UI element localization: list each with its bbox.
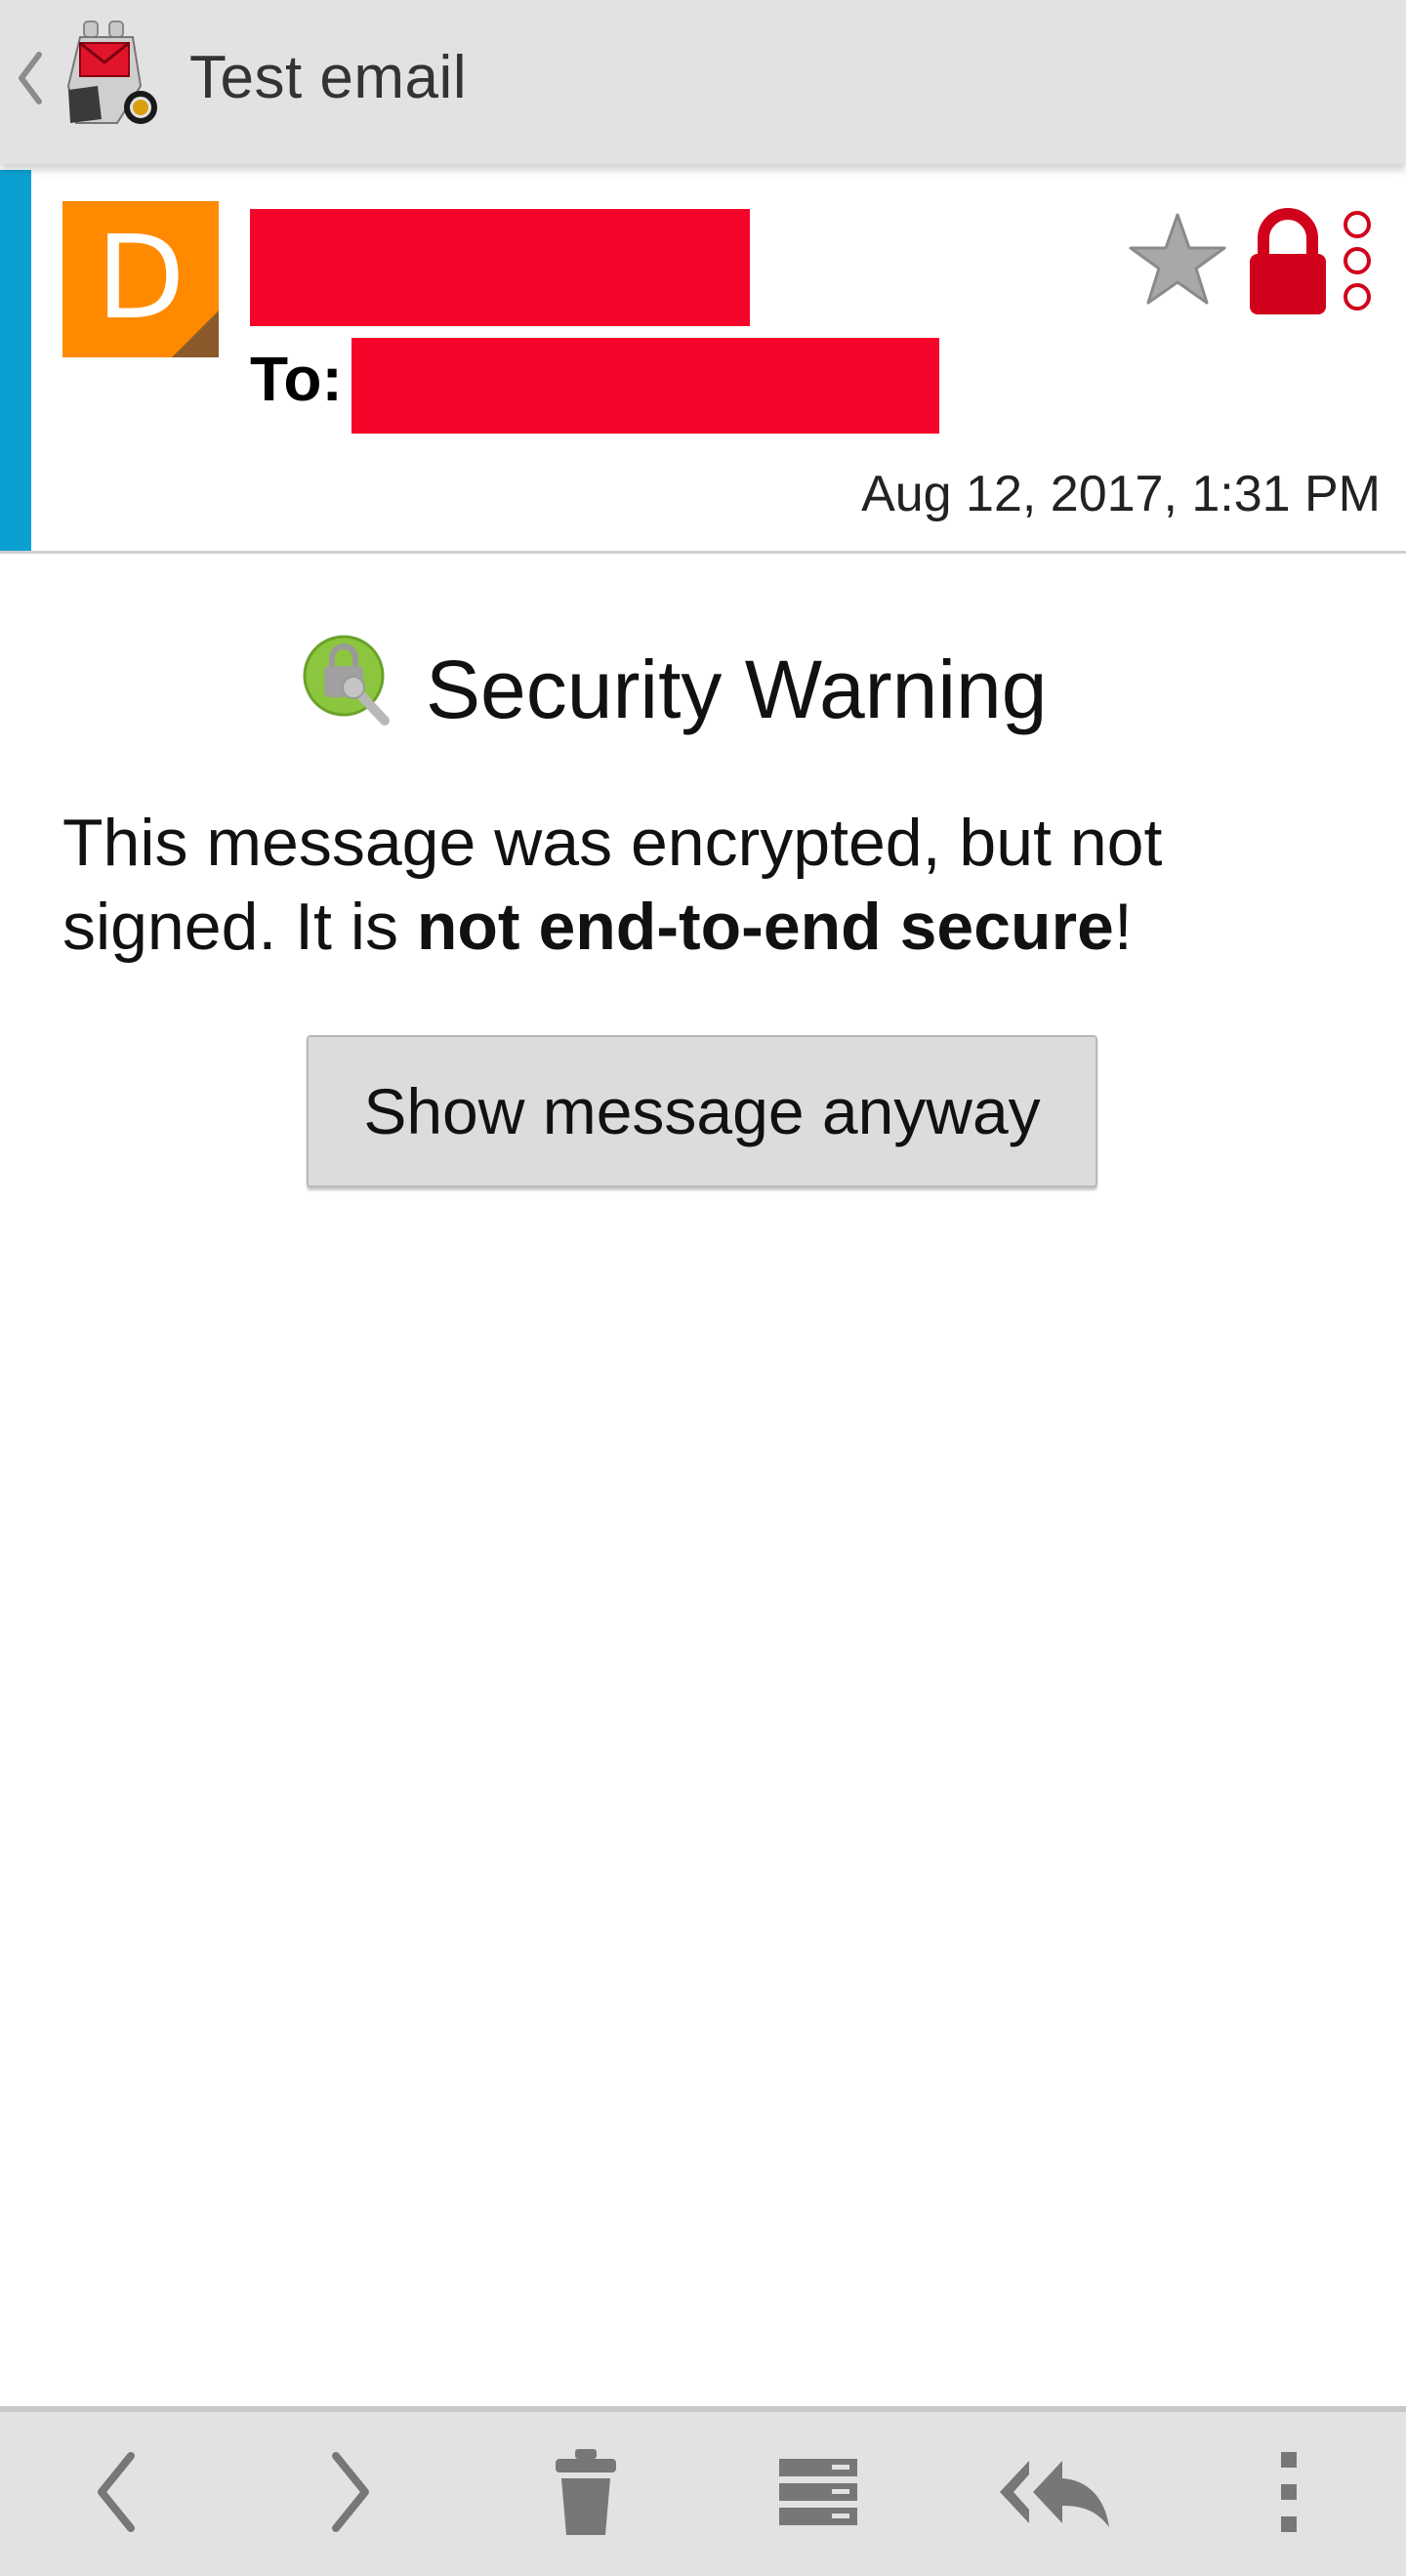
lock-icon[interactable]: [1246, 203, 1330, 318]
message-view-screen: Test email D To: Aug 12, 2017, 1:31 PM S…: [0, 0, 1406, 2576]
next-icon: [332, 2452, 369, 2532]
message-date: Aug 12, 2017, 1:31 PM: [861, 466, 1381, 522]
app-logo-icon[interactable]: [59, 18, 166, 133]
key-lock-icon: [303, 635, 390, 726]
more-icon: [1281, 2452, 1297, 2532]
security-warning-text: This message was encrypted, but not sign…: [62, 801, 1351, 969]
previous-icon: [98, 2452, 135, 2532]
warning-text-bold: not end-to-end secure: [416, 890, 1114, 964]
avatar[interactable]: D: [62, 201, 219, 357]
app-title: Test email: [189, 44, 468, 111]
recipient-redacted: [352, 338, 939, 434]
app-bar: Test email: [0, 0, 1406, 164]
more-options-button[interactable]: [1230, 2433, 1347, 2551]
avatar-corner: [172, 311, 219, 357]
chevron-left-icon[interactable]: [14, 49, 47, 107]
bottom-action-bar: [0, 2406, 1406, 2576]
archive-button[interactable]: [760, 2433, 877, 2551]
security-warning-title: Security Warning: [426, 644, 1048, 735]
overflow-menu-icon[interactable]: [1340, 207, 1375, 314]
show-message-anyway-button[interactable]: Show message anyway: [307, 1035, 1097, 1187]
warning-text-part2: !: [1113, 890, 1133, 964]
previous-message-button[interactable]: [59, 2433, 176, 2551]
security-warning-header: Security Warning: [0, 625, 1406, 752]
to-label: To:: [250, 344, 343, 414]
archive-icon: [779, 2459, 857, 2525]
account-accent-bar: [0, 170, 31, 551]
delete-button[interactable]: [527, 2433, 644, 2551]
reply-all-icon: [1000, 2461, 1109, 2527]
next-message-button[interactable]: [291, 2433, 408, 2551]
message-header: D To: Aug 12, 2017, 1:31 PM: [0, 170, 1406, 554]
star-icon[interactable]: [1127, 209, 1228, 311]
reply-all-button[interactable]: [996, 2433, 1113, 2551]
delete-icon: [556, 2449, 616, 2535]
sender-redacted: [250, 209, 750, 326]
